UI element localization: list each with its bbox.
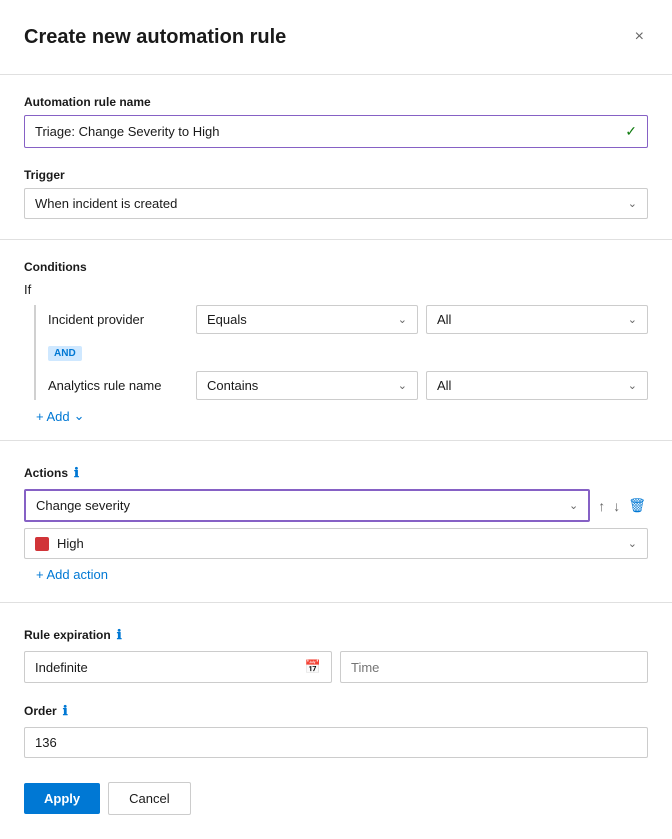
condition-field-1: Incident provider (48, 312, 188, 327)
expiration-date-value: Indefinite (35, 660, 88, 675)
dialog-header: Create new automation rule × (24, 24, 648, 50)
move-down-button[interactable]: ↓ (611, 496, 622, 516)
add-condition-button[interactable]: + Add ⌄ (24, 408, 85, 424)
expiration-time-input[interactable] (340, 651, 648, 683)
condition-row-1: Incident provider Equals ⌄ All ⌄ (36, 305, 648, 334)
condition-operator-value-2: Contains (207, 378, 258, 393)
if-label: If (24, 282, 648, 297)
conditions-divider (0, 440, 672, 441)
condition-operator-select-1[interactable]: Equals ⌄ (196, 305, 418, 334)
action-type-value: Change severity (36, 498, 130, 513)
conditions-label: Conditions (24, 260, 648, 274)
cancel-button[interactable]: Cancel (108, 782, 190, 815)
condition-operator-select-2[interactable]: Contains ⌄ (196, 371, 418, 400)
rule-expiration-label: Rule expiration ℹ (24, 627, 648, 643)
condition-value-select-2[interactable]: All ⌄ (426, 371, 648, 400)
actions-section: Actions ℹ Change severity ⌄ ↑ ↓ 🗑 High ⌄ (24, 465, 648, 582)
severity-indicator: High (35, 536, 84, 551)
actions-info-icon: ℹ (74, 465, 79, 481)
dialog-title: Create new automation rule (24, 26, 286, 49)
valid-checkmark: ✓ (625, 123, 637, 140)
trigger-chevron-icon: ⌄ (628, 197, 637, 210)
condition-field-2: Analytics rule name (48, 378, 188, 393)
conditions-section: Conditions If Incident provider Equals ⌄… (24, 260, 648, 424)
value-chevron-icon-2: ⌄ (628, 379, 637, 392)
add-action-label: + Add action (36, 567, 108, 582)
actions-label: Actions ℹ (24, 465, 648, 481)
order-label: Order ℹ (24, 703, 648, 719)
rule-expiration-label-text: Rule expiration (24, 628, 111, 642)
order-label-text: Order (24, 704, 57, 718)
footer: Apply Cancel (24, 758, 648, 815)
order-info-icon: ℹ (63, 703, 68, 719)
add-action-button[interactable]: + Add action (24, 567, 108, 582)
severity-value: High (57, 536, 84, 551)
actions-divider (0, 602, 672, 603)
create-automation-dialog: Create new automation rule × Automation … (0, 0, 672, 839)
severity-dot-icon (35, 537, 49, 551)
actions-label-text: Actions (24, 466, 68, 480)
rule-expiration-section: Rule expiration ℹ Indefinite 📅 (24, 627, 648, 683)
severity-chevron-icon: ⌄ (628, 537, 637, 550)
move-up-button[interactable]: ↑ (596, 496, 607, 516)
action-type-select[interactable]: Change severity ⌄ (24, 489, 590, 522)
automation-rule-name-label: Automation rule name (24, 95, 648, 109)
expiration-row: Indefinite 📅 (24, 651, 648, 683)
condition-row-2: Analytics rule name Contains ⌄ All ⌄ (36, 371, 648, 400)
close-button[interactable]: × (631, 24, 648, 50)
automation-rule-name-section: Automation rule name Triage: Change Seve… (24, 95, 648, 148)
action-row: Change severity ⌄ ↑ ↓ 🗑 (24, 489, 648, 522)
apply-button[interactable]: Apply (24, 783, 100, 814)
severity-select[interactable]: High ⌄ (24, 528, 648, 559)
condition-value-1: All (437, 312, 451, 327)
rule-expiration-info-icon: ℹ (117, 627, 122, 643)
action-type-chevron-icon: ⌄ (569, 499, 578, 512)
condition-selects-2: Contains ⌄ All ⌄ (196, 371, 648, 400)
conditions-border-group: Incident provider Equals ⌄ All ⌄ AND Ana… (34, 305, 648, 400)
calendar-icon: 📅 (305, 659, 321, 675)
trigger-section: Trigger When incident is created ⌄ (24, 168, 648, 219)
automation-rule-name-input[interactable]: Triage: Change Severity to High ✓ (24, 115, 648, 148)
order-section: Order ℹ (24, 703, 648, 758)
condition-selects-1: Equals ⌄ All ⌄ (196, 305, 648, 334)
delete-action-button[interactable]: 🗑 (626, 495, 648, 516)
value-chevron-icon-1: ⌄ (628, 313, 637, 326)
condition-operator-value-1: Equals (207, 312, 247, 327)
trigger-select[interactable]: When incident is created ⌄ (24, 188, 648, 219)
action-icons: ↑ ↓ 🗑 (596, 495, 648, 516)
order-input[interactable] (24, 727, 648, 758)
operator-chevron-icon-1: ⌄ (398, 313, 407, 326)
condition-value-select-1[interactable]: All ⌄ (426, 305, 648, 334)
add-condition-chevron-icon: ⌄ (74, 408, 85, 424)
expiration-date-field[interactable]: Indefinite 📅 (24, 651, 332, 683)
trigger-value: When incident is created (35, 196, 177, 211)
automation-rule-name-value: Triage: Change Severity to High (35, 124, 220, 139)
trigger-divider (0, 239, 672, 240)
add-condition-label: + Add (36, 409, 70, 424)
trigger-label: Trigger (24, 168, 648, 182)
header-divider (0, 74, 672, 75)
and-badge: AND (48, 346, 82, 361)
operator-chevron-icon-2: ⌄ (398, 379, 407, 392)
condition-value-2: All (437, 378, 451, 393)
